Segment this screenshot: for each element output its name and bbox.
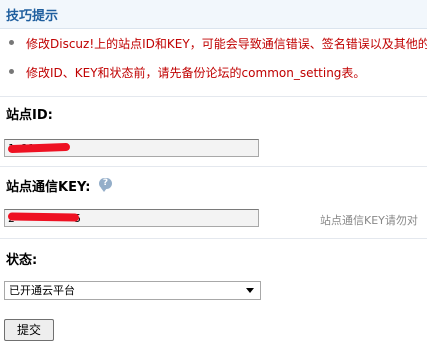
site-id-label: 站点ID: — [6, 108, 53, 123]
submit-button[interactable]: 提交 — [4, 319, 54, 341]
speech-bubble-icon[interactable]: ? — [99, 178, 112, 192]
tip-text: 修改Discuz!上的站点ID和KEY，可能会导致通信错误、签名错误以及其他的 — [26, 37, 427, 51]
divider — [0, 238, 427, 239]
tip-item: 修改Discuz!上的站点ID和KEY，可能会导致通信错误、签名错误以及其他的 — [0, 33, 427, 61]
tips-header: 技巧提示 — [0, 0, 427, 29]
site-key-hint: 站点通信KEY请勿对 — [320, 214, 418, 227]
status-select[interactable]: 已开通云平台 — [4, 281, 261, 300]
tips-title: 技巧提示 — [6, 9, 59, 24]
status-selected-value: 已开通云平台 — [9, 284, 75, 297]
tip-item: 修改ID、KEY和状态前，请先备份论坛的common_setting表。 — [0, 62, 427, 90]
chevron-down-icon — [246, 288, 254, 293]
divider — [0, 166, 427, 167]
site-key-label: 站点通信KEY: — [6, 180, 91, 195]
bullet-icon — [9, 40, 14, 45]
status-label: 状态: — [6, 253, 38, 268]
redaction-mark — [7, 212, 80, 222]
divider — [0, 96, 427, 97]
bullet-icon — [9, 69, 14, 74]
tip-text: 修改ID、KEY和状态前，请先备份论坛的common_setting表。 — [26, 66, 366, 80]
